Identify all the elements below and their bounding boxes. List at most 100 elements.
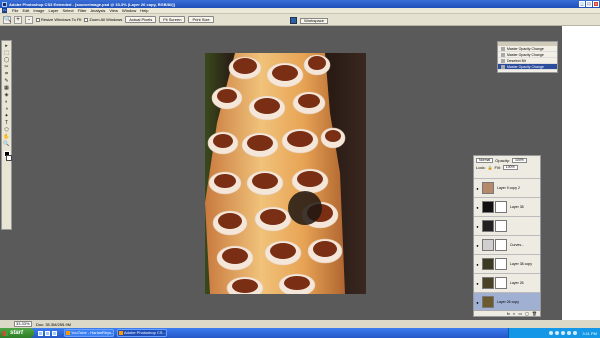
maximize-button[interactable]: □ [586, 1, 592, 7]
taskbar-item-youtube[interactable]: YouTube - HarlanRhys... [64, 329, 114, 337]
mask-icon[interactable]: ◐ [513, 311, 515, 316]
gradient-tool-icon[interactable]: ◐ [3, 99, 11, 105]
lock-icon[interactable]: 🔒 [488, 165, 493, 170]
fill-field[interactable]: 100% [502, 165, 518, 170]
crop-tool-icon[interactable]: ✂ [3, 64, 11, 70]
layer-thumbnail[interactable] [482, 182, 494, 194]
layer-mask-thumbnail[interactable] [495, 258, 507, 270]
fit-screen-button[interactable]: Fit Screen [159, 16, 186, 23]
blend-mode-dropdown[interactable]: Normal [476, 158, 494, 163]
windows-flag-icon [3, 330, 8, 336]
layer-row[interactable]: ● Layer 38 [474, 197, 540, 216]
print-size-button[interactable]: Print Size [188, 16, 214, 23]
dodge-tool-icon[interactable]: ◑ [3, 106, 11, 112]
visibility-eye-icon[interactable]: ● [474, 236, 481, 254]
menu-select[interactable]: Select [63, 8, 74, 13]
trash-icon[interactable]: 🗑 [532, 311, 537, 316]
layer-row[interactable]: ● Layer 38 copy [474, 254, 540, 273]
layer-row[interactable]: ● Curves... [474, 235, 540, 254]
layer-mask-thumbnail[interactable] [495, 220, 507, 232]
layer-row[interactable]: ● [474, 216, 540, 235]
bridge-icon[interactable] [290, 17, 298, 24]
menu-file[interactable]: File [12, 8, 18, 13]
layer-thumbnail[interactable] [482, 258, 494, 270]
taskbar-item-photoshop[interactable]: Adobe Photoshop CS... [117, 329, 167, 337]
zoom-in-icon[interactable]: + [14, 15, 22, 24]
menu-help[interactable]: Help [140, 8, 148, 13]
marquee-tool-icon[interactable]: ⬚ [3, 50, 11, 56]
zoom-tool-icon[interactable]: 🔍 [3, 141, 11, 147]
layer-mask-thumbnail[interactable] [495, 239, 507, 251]
menu-edit[interactable]: Edit [22, 8, 29, 13]
workspace-button[interactable]: Workspace [300, 17, 328, 24]
menu-analysis[interactable]: Analysis [91, 8, 106, 13]
menu-view[interactable]: View [109, 8, 118, 13]
close-button[interactable]: x [593, 1, 599, 7]
menu-image[interactable]: Image [33, 8, 44, 13]
zoom-level-field[interactable]: 33.33% [14, 321, 32, 327]
eraser-tool-icon[interactable]: ◈ [3, 92, 11, 98]
menu-filter[interactable]: Filter [78, 8, 87, 13]
new-layer-icon[interactable]: ▢ [525, 311, 529, 316]
layer-thumbnail[interactable] [482, 220, 494, 232]
lasso-tool-icon[interactable]: ◯ [3, 57, 11, 63]
layer-name: Layer 38 copy [510, 262, 532, 266]
quick-launch-icon[interactable] [38, 330, 43, 336]
layer-thumbnail[interactable] [482, 296, 494, 308]
lock-label: Lock: [476, 165, 486, 170]
resize-windows-checkbox[interactable]: Resize Windows To Fit [36, 17, 81, 22]
opacity-field[interactable]: 100% [511, 158, 527, 163]
menu-layer[interactable]: Layer [48, 8, 58, 13]
stamp-tool-icon[interactable]: ▦ [3, 85, 11, 91]
layer-thumbnail[interactable] [482, 201, 494, 213]
tray-icon[interactable] [567, 331, 572, 335]
group-icon[interactable]: ▭ [518, 311, 522, 316]
quick-launch-icon[interactable] [52, 330, 57, 336]
layer-mask-thumbnail[interactable] [495, 277, 507, 289]
layer-thumbnail[interactable] [482, 277, 494, 289]
window-controls: _ □ x [579, 1, 599, 7]
visibility-eye-icon[interactable]: ● [474, 255, 481, 273]
menu-window[interactable]: Window [122, 8, 136, 13]
actual-pixels-button[interactable]: Actual Pixels [125, 16, 157, 23]
visibility-eye-icon[interactable]: ● [474, 217, 481, 235]
layer-thumbnail[interactable] [482, 239, 494, 251]
slice-tool-icon[interactable]: ⌗ [3, 71, 11, 77]
pen-tool-icon[interactable]: ✦ [3, 113, 11, 119]
visibility-eye-icon[interactable]: ● [474, 198, 481, 216]
tray-icon[interactable] [549, 331, 554, 335]
document-info[interactable]: Doc: 35.3M/255.9M [36, 322, 71, 327]
fx-icon[interactable]: fx [507, 311, 510, 316]
history-state-icon [501, 58, 505, 63]
tray-icon[interactable] [561, 331, 566, 335]
layer-row[interactable]: ● Layer 26 [474, 273, 540, 292]
shape-tool-icon[interactable]: ⬠ [3, 127, 11, 133]
layer-row[interactable]: ● Layer 26 copy [474, 292, 540, 311]
history-item-active[interactable]: Master Opacity Change [498, 64, 557, 70]
zoom-all-windows-checkbox[interactable]: Zoom All Windows [84, 17, 122, 22]
start-button[interactable]: start [0, 328, 34, 338]
type-tool-icon[interactable]: T [3, 120, 11, 126]
document-canvas[interactable] [205, 53, 366, 294]
tray-icon[interactable] [555, 331, 560, 335]
clock: 3:11 PM [582, 330, 597, 336]
visibility-eye-icon[interactable]: ● [474, 293, 481, 311]
minimize-button[interactable]: _ [579, 1, 585, 7]
checkbox-box[interactable] [36, 17, 40, 22]
visibility-eye-icon[interactable]: ● [474, 179, 481, 197]
visibility-eye-icon[interactable]: ● [474, 274, 481, 292]
quick-launch-icon[interactable] [45, 330, 50, 336]
volume-icon[interactable] [573, 331, 578, 335]
layer-mask-thumbnail[interactable] [495, 201, 507, 213]
hand-tool-icon[interactable]: ✋ [3, 134, 11, 140]
zoom-tool-icon[interactable]: 🔍 [3, 15, 11, 24]
move-tool-icon[interactable]: ▸ [3, 43, 11, 49]
zoom-out-icon[interactable]: - [25, 15, 33, 24]
checkbox-box[interactable] [84, 17, 89, 22]
layers-bottom-bar: fx ◐ ▭ ▢ 🗑 [474, 310, 540, 316]
layer-name: Layer 26 copy [497, 300, 519, 304]
brush-tool-icon[interactable]: ✎ [3, 78, 11, 84]
layer-row[interactable]: ● Layer 9 copy 2 [474, 178, 540, 197]
background-color-swatch[interactable] [6, 155, 12, 161]
resize-windows-label: Resize Windows To Fit [41, 17, 82, 22]
